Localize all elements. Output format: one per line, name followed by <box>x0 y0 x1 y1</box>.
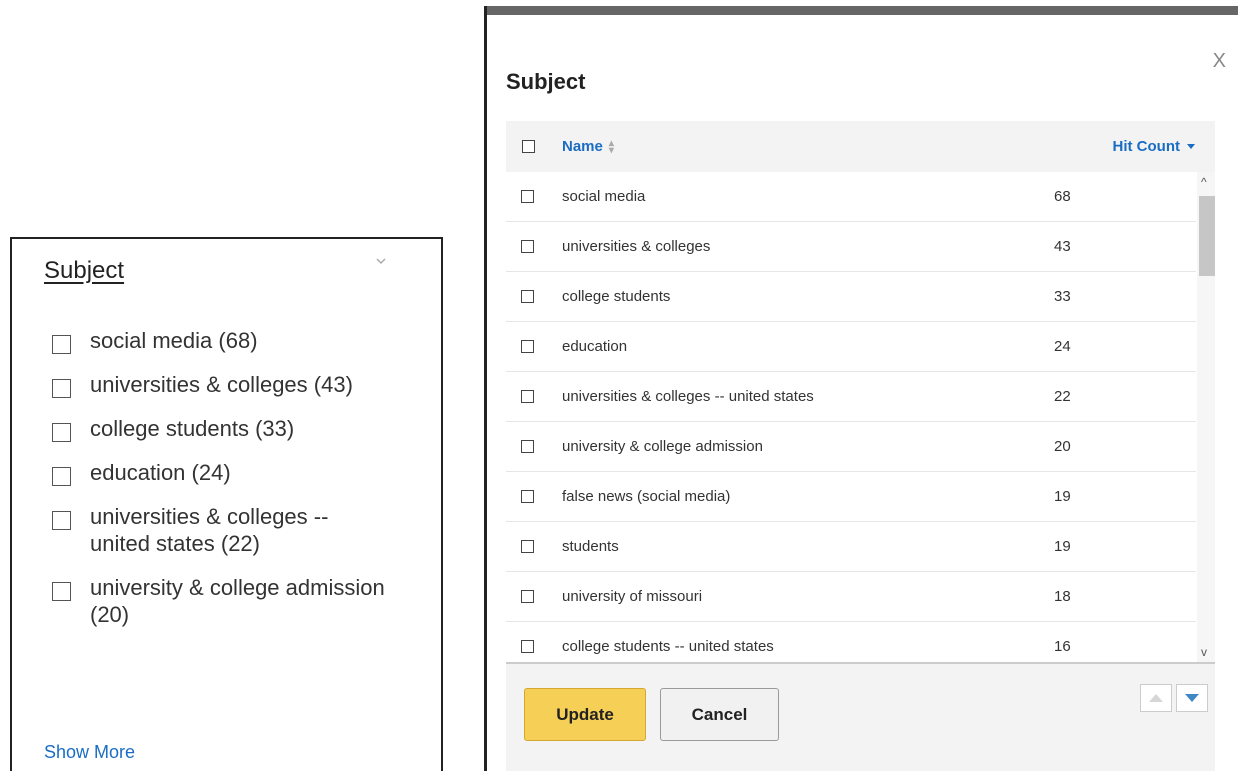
table-row: false news (social media) 19 <box>506 472 1196 522</box>
table-row: education 24 <box>506 322 1196 372</box>
hit-count-column-label: Hit Count <box>1112 138 1180 155</box>
row-name: social media <box>562 188 646 205</box>
table-body: social media 68 universities & colleges … <box>506 172 1215 664</box>
hit-count-column-header[interactable]: Hit Count <box>1113 138 1195 155</box>
row-count: 19 <box>1054 488 1071 505</box>
row-name: students <box>562 538 619 555</box>
row-count: 19 <box>1054 538 1071 555</box>
page-up-button[interactable] <box>1140 684 1172 712</box>
facet-checkbox[interactable] <box>52 335 71 354</box>
facet-item-label[interactable]: education (24) <box>90 459 231 486</box>
modal-footer: Update Cancel <box>506 664 1215 771</box>
triangle-down-icon <box>1185 694 1199 702</box>
row-checkbox[interactable] <box>521 490 534 503</box>
facet-checkbox[interactable] <box>52 582 71 601</box>
facet-item: universities & colleges -- united states… <box>52 503 392 557</box>
table-row: universities & colleges -- united states… <box>506 372 1196 422</box>
table-row: university of missouri 18 <box>506 572 1196 622</box>
show-more-link[interactable]: Show More <box>44 742 135 763</box>
scroll-down-icon[interactable]: v <box>1201 646 1207 658</box>
row-checkbox[interactable] <box>521 590 534 603</box>
chevron-down-icon[interactable] <box>373 253 389 269</box>
facet-item: education (24) <box>52 459 392 486</box>
facet-checkbox[interactable] <box>52 423 71 442</box>
scroll-up-icon[interactable]: ^ <box>1201 176 1207 188</box>
table-row: universities & colleges 43 <box>506 222 1196 272</box>
facet-checkbox[interactable] <box>52 467 71 486</box>
cancel-button[interactable]: Cancel <box>660 688 779 741</box>
row-name: false news (social media) <box>562 488 731 505</box>
triangle-up-icon <box>1149 694 1163 702</box>
table-header: Name ▴ ▾ Hit Count <box>506 121 1215 172</box>
facet-item-label[interactable]: social media (68) <box>90 327 258 354</box>
table-row: students 19 <box>506 522 1196 572</box>
facet-checkbox[interactable] <box>52 511 71 530</box>
row-name: college students -- united states <box>562 638 774 655</box>
modal-top-bar <box>487 6 1238 15</box>
facet-title[interactable]: Subject <box>44 257 124 285</box>
row-checkbox[interactable] <box>521 540 534 553</box>
row-count: 20 <box>1054 438 1071 455</box>
facet-item-label[interactable]: university & college admission (20) <box>90 574 392 628</box>
row-count: 43 <box>1054 238 1071 255</box>
row-count: 33 <box>1054 288 1071 305</box>
modal-title: Subject <box>506 69 586 94</box>
update-button[interactable]: Update <box>524 688 646 741</box>
row-checkbox[interactable] <box>521 440 534 453</box>
table-row: college students 33 <box>506 272 1196 322</box>
name-column-label: Name <box>562 138 603 155</box>
facet-item-label[interactable]: college students (33) <box>90 415 294 442</box>
row-name: college students <box>562 288 671 305</box>
facet-item: college students (33) <box>52 415 392 442</box>
subject-modal: X Subject Name ▴ ▾ Hit Count social media… <box>484 6 1238 771</box>
row-name: university of missouri <box>562 588 703 605</box>
sort-icon: ▴ ▾ <box>608 137 614 156</box>
row-checkbox[interactable] <box>521 390 534 403</box>
close-icon[interactable]: X <box>1213 50 1226 73</box>
name-column-header[interactable]: Name ▴ ▾ <box>562 138 614 155</box>
facet-checkbox[interactable] <box>52 379 71 398</box>
caret-down-icon <box>1187 144 1195 149</box>
row-count: 68 <box>1054 188 1071 205</box>
row-name: university & college admission <box>562 438 763 455</box>
facet-item: social media (68) <box>52 327 392 354</box>
row-count: 22 <box>1054 388 1071 405</box>
row-checkbox[interactable] <box>521 190 534 203</box>
table-row: college students -- united states 16 <box>506 622 1196 662</box>
page-down-button[interactable] <box>1176 684 1208 712</box>
row-count: 16 <box>1054 638 1071 655</box>
facet-item: university & college admission (20) <box>52 574 392 628</box>
table-row: social media 68 <box>506 172 1196 222</box>
row-checkbox[interactable] <box>521 240 534 253</box>
row-checkbox[interactable] <box>521 290 534 303</box>
row-checkbox[interactable] <box>521 640 534 653</box>
table-row: university & college admission 20 <box>506 422 1196 472</box>
facet-item: universities & colleges (43) <box>52 371 392 398</box>
scrollbar-thumb[interactable] <box>1199 196 1215 276</box>
facet-item-label[interactable]: universities & colleges (43) <box>90 371 353 398</box>
row-count: 18 <box>1054 588 1071 605</box>
row-name: universities & colleges -- united states <box>562 388 814 405</box>
row-name: universities & colleges <box>562 238 711 255</box>
select-all-checkbox[interactable] <box>522 140 535 153</box>
facet-list: social media (68) universities & college… <box>52 327 392 645</box>
row-name: education <box>562 338 628 355</box>
row-count: 24 <box>1054 338 1071 355</box>
subject-facet-panel: Subject social media (68) universities &… <box>10 237 443 771</box>
table-scrollbar[interactable]: ^ v <box>1197 172 1215 662</box>
facet-item-label[interactable]: universities & colleges -- united states… <box>90 503 392 557</box>
row-checkbox[interactable] <box>521 340 534 353</box>
